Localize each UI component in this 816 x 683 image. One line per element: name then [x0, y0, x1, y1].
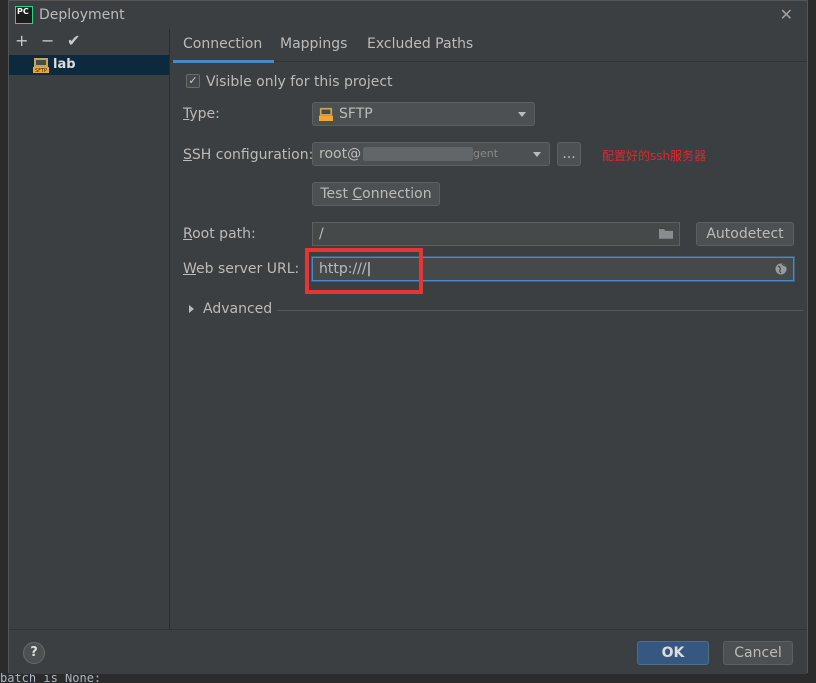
footer: ? OK Cancel: [9, 629, 807, 674]
root-path-field[interactable]: /: [312, 222, 680, 246]
advanced-label: Advanced: [203, 301, 273, 317]
test-connection-button[interactable]: Test Connection: [312, 182, 440, 206]
ssh-browse-button[interactable]: ...: [557, 142, 581, 166]
set-default-button[interactable]: ✔: [67, 31, 80, 50]
web-url-value: http:///: [319, 261, 367, 277]
divider: [277, 310, 803, 311]
visible-only-label: Visible only for this project: [206, 74, 393, 90]
ssh-config-dropdown[interactable]: root@ gent: [312, 142, 550, 166]
chevron-right-icon: [189, 305, 194, 313]
annotation-text: 配置好的ssh服务器: [602, 149, 707, 163]
ssh-config-value: root@: [319, 146, 362, 162]
autodetect-button[interactable]: Autodetect: [696, 222, 794, 246]
window-title: Deployment: [39, 7, 125, 23]
pycharm-icon: PC: [15, 6, 33, 24]
settings-panel: Connection Mappings Excluded Paths ✓ Vis…: [169, 29, 807, 629]
deployment-dialog: PC Deployment ✕ + − ✔ SFTP lab Connectio…: [8, 0, 808, 674]
chevron-down-icon: [533, 152, 541, 157]
remove-server-button[interactable]: −: [41, 31, 54, 50]
root-path-value: /: [319, 226, 324, 242]
globe-icon[interactable]: [775, 263, 787, 275]
web-url-label: Web server URL:: [183, 261, 300, 277]
background-code-text: batch is None:: [0, 673, 102, 683]
sftp-icon: SFTP: [33, 58, 49, 73]
title-bar: PC Deployment ✕: [9, 1, 807, 29]
visible-only-checkbox[interactable]: ✓: [186, 74, 200, 88]
type-dropdown[interactable]: SFTP: [312, 102, 535, 126]
type-label: Type:: [183, 106, 220, 122]
web-url-input[interactable]: http:///|: [312, 257, 794, 281]
tab-connection[interactable]: Connection: [172, 36, 275, 63]
sftp-icon: [319, 107, 333, 121]
redacted-host: [363, 147, 473, 161]
tab-mappings[interactable]: Mappings: [280, 36, 347, 52]
folder-icon[interactable]: [659, 228, 673, 239]
background-code-line: batch is None:: [0, 673, 816, 683]
background-editor: [0, 0, 8, 683]
type-value: SFTP: [339, 106, 373, 122]
help-button[interactable]: ?: [23, 642, 45, 664]
server-item-lab[interactable]: SFTP lab: [9, 55, 169, 75]
tab-bar: Connection Mappings Excluded Paths: [169, 29, 807, 63]
chevron-down-icon: [518, 112, 526, 117]
server-list-panel: + − ✔ SFTP lab: [9, 29, 170, 629]
add-server-button[interactable]: +: [15, 31, 28, 50]
advanced-section[interactable]: Advanced: [189, 301, 807, 319]
ssh-config-suffix: gent: [473, 147, 499, 160]
cancel-button[interactable]: Cancel: [723, 641, 793, 665]
svg-text:SFTP: SFTP: [35, 68, 47, 73]
tab-excluded-paths[interactable]: Excluded Paths: [367, 36, 473, 52]
ssh-config-label: SSH configuration:: [183, 147, 314, 163]
server-item-label: lab: [53, 57, 76, 72]
ok-button[interactable]: OK: [637, 641, 709, 665]
close-icon[interactable]: ✕: [780, 5, 793, 24]
root-path-label: Root path:: [183, 226, 256, 242]
